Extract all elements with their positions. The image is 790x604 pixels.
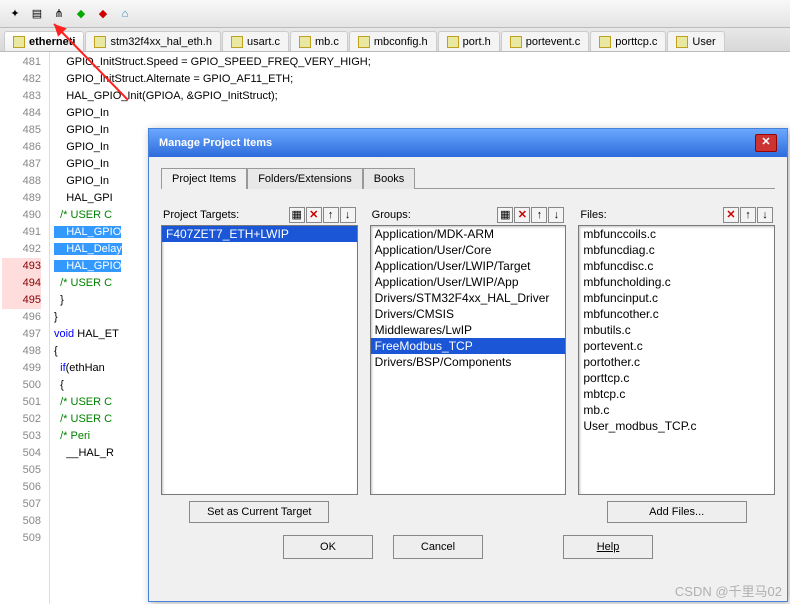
add-files-button[interactable]: Add Files... bbox=[607, 501, 747, 523]
tab-folders-extensions[interactable]: Folders/Extensions bbox=[247, 168, 363, 189]
tab-books[interactable]: Books bbox=[363, 168, 416, 189]
editor-tab[interactable]: porttcp.c bbox=[590, 31, 666, 51]
list-item[interactable]: Application/User/Core bbox=[371, 242, 566, 258]
list-item[interactable]: Drivers/BSP/Components bbox=[371, 354, 566, 370]
files-label: Files: bbox=[580, 209, 606, 221]
tab-label: mb.c bbox=[315, 36, 339, 48]
tab-label: User bbox=[692, 36, 715, 48]
editor-tab[interactable]: portevent.c bbox=[501, 31, 589, 51]
list-item[interactable]: mbfuncinput.c bbox=[579, 290, 774, 306]
cancel-button[interactable]: Cancel bbox=[393, 535, 483, 559]
move-up-icon[interactable]: ↑ bbox=[531, 207, 547, 223]
move-up-icon[interactable]: ↑ bbox=[740, 207, 756, 223]
dialog-tabs: Project Items Folders/Extensions Books bbox=[161, 167, 775, 189]
list-item[interactable]: mbfunccoils.c bbox=[579, 226, 774, 242]
list-item[interactable]: FreeModbus_TCP bbox=[371, 338, 566, 354]
list-item[interactable]: User_modbus_TCP.c bbox=[579, 418, 774, 434]
list-item[interactable]: Application/User/LWIP/App bbox=[371, 274, 566, 290]
list-item[interactable]: portevent.c bbox=[579, 338, 774, 354]
list-item[interactable]: mbtcp.c bbox=[579, 386, 774, 402]
main-toolbar: ✦ ▤ ⋔ ◆ ◆ ⌂ bbox=[0, 0, 790, 28]
list-item[interactable]: Application/MDK-ARM bbox=[371, 226, 566, 242]
file-icon bbox=[299, 36, 311, 48]
new-group-icon[interactable]: ▦ bbox=[497, 207, 513, 223]
diamond-red-icon[interactable]: ◆ bbox=[94, 5, 112, 23]
dialog-titlebar[interactable]: Manage Project Items ✕ bbox=[149, 129, 787, 157]
file-icon bbox=[231, 36, 243, 48]
stack-icon[interactable]: ▤ bbox=[28, 5, 46, 23]
files-listbox[interactable]: mbfunccoils.cmbfuncdiag.cmbfuncdisc.cmbf… bbox=[578, 225, 775, 495]
move-down-icon[interactable]: ↓ bbox=[548, 207, 564, 223]
list-item[interactable]: F407ZET7_ETH+LWIP bbox=[162, 226, 357, 242]
file-icon bbox=[676, 36, 688, 48]
ok-button[interactable]: OK bbox=[283, 535, 373, 559]
list-item[interactable]: Middlewares/LwIP bbox=[371, 322, 566, 338]
delete-target-icon[interactable]: ✕ bbox=[306, 207, 322, 223]
list-item[interactable]: Application/User/LWIP/Target bbox=[371, 258, 566, 274]
tab-label: port.h bbox=[463, 36, 491, 48]
list-item[interactable]: mbfuncother.c bbox=[579, 306, 774, 322]
file-icon bbox=[358, 36, 370, 48]
file-icon bbox=[510, 36, 522, 48]
list-item[interactable]: portother.c bbox=[579, 354, 774, 370]
editor-tabstrip: etherneti stm32f4xx_hal_eth.h usart.c mb.c m… bbox=[0, 28, 790, 52]
house-icon[interactable]: ⌂ bbox=[116, 5, 134, 23]
move-down-icon[interactable]: ↓ bbox=[340, 207, 356, 223]
tab-label: usart.c bbox=[247, 36, 280, 48]
wand-icon[interactable]: ✦ bbox=[6, 5, 24, 23]
editor-tab[interactable]: usart.c bbox=[222, 31, 289, 51]
tab-project-items[interactable]: Project Items bbox=[161, 168, 247, 189]
file-icon bbox=[94, 36, 106, 48]
editor-tab[interactable]: mb.c bbox=[290, 31, 348, 51]
list-item[interactable]: Drivers/STM32F4xx_HAL_Driver bbox=[371, 290, 566, 306]
list-item[interactable]: Drivers/CMSIS bbox=[371, 306, 566, 322]
tab-label: porttcp.c bbox=[615, 36, 657, 48]
move-up-icon[interactable]: ↑ bbox=[323, 207, 339, 223]
delete-group-icon[interactable]: ✕ bbox=[514, 207, 530, 223]
groups-label: Groups: bbox=[372, 209, 411, 221]
new-target-icon[interactable]: ▦ bbox=[289, 207, 305, 223]
line-gutter: 4814824834844854864874884894904914924934… bbox=[0, 52, 50, 604]
tab-label: etherneti bbox=[29, 36, 75, 48]
editor-tab[interactable]: port.h bbox=[438, 31, 500, 51]
editor-tab[interactable]: User bbox=[667, 31, 724, 51]
list-item[interactable]: porttcp.c bbox=[579, 370, 774, 386]
editor-tab[interactable]: mbconfig.h bbox=[349, 31, 437, 51]
groups-listbox[interactable]: Application/MDK-ARMApplication/User/Core… bbox=[370, 225, 567, 495]
close-icon[interactable]: ✕ bbox=[755, 134, 777, 152]
list-item[interactable]: mbfuncdisc.c bbox=[579, 258, 774, 274]
dialog-title: Manage Project Items bbox=[159, 137, 272, 149]
diamond-green-icon[interactable]: ◆ bbox=[72, 5, 90, 23]
editor-tab[interactable]: stm32f4xx_hal_eth.h bbox=[85, 31, 221, 51]
delete-file-icon[interactable]: ✕ bbox=[723, 207, 739, 223]
move-down-icon[interactable]: ↓ bbox=[757, 207, 773, 223]
set-current-target-button[interactable]: Set as Current Target bbox=[189, 501, 329, 523]
file-icon bbox=[599, 36, 611, 48]
list-item[interactable]: mbfuncdiag.c bbox=[579, 242, 774, 258]
tree-icon[interactable]: ⋔ bbox=[50, 5, 68, 23]
tab-label: mbconfig.h bbox=[374, 36, 428, 48]
manage-project-items-dialog: Manage Project Items ✕ Project Items Fol… bbox=[148, 128, 788, 602]
targets-listbox[interactable]: F407ZET7_ETH+LWIP bbox=[161, 225, 358, 495]
tab-label: portevent.c bbox=[526, 36, 580, 48]
list-item[interactable]: mbfuncholding.c bbox=[579, 274, 774, 290]
file-icon bbox=[13, 36, 25, 48]
list-item[interactable]: mbutils.c bbox=[579, 322, 774, 338]
editor-tab[interactable]: etherneti bbox=[4, 31, 84, 51]
file-icon bbox=[447, 36, 459, 48]
list-item[interactable]: mb.c bbox=[579, 402, 774, 418]
tab-label: stm32f4xx_hal_eth.h bbox=[110, 36, 212, 48]
help-button[interactable]: Help bbox=[563, 535, 653, 559]
project-targets-label: Project Targets: bbox=[163, 209, 239, 221]
